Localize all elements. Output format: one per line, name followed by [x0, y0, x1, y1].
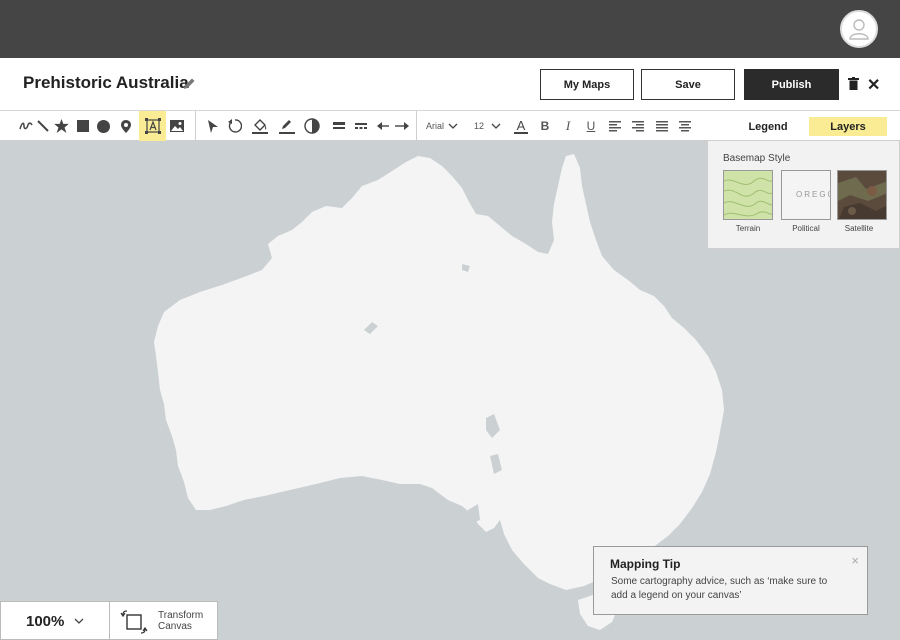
- select-tool[interactable]: [205, 117, 220, 135]
- basemap-terrain-option[interactable]: [723, 170, 773, 220]
- title-bar: Prehistoric Australia My Maps Save Publi…: [0, 58, 900, 110]
- basemap-satellite-option[interactable]: [837, 170, 887, 220]
- font-family-value: Arial: [426, 121, 445, 131]
- line-icon: [37, 120, 49, 132]
- zoom-level: 100%: [26, 613, 65, 630]
- transform-canvas-icon: [120, 610, 148, 634]
- mapping-tip-text: Some cartography advice, such as ‘make s…: [611, 576, 828, 601]
- arrowheads-icon: [377, 122, 409, 130]
- align-left-icon: [609, 120, 621, 131]
- image-icon: [170, 120, 184, 132]
- image-tool[interactable]: [169, 117, 185, 135]
- dashed-line-icon: [354, 123, 367, 129]
- satellite-thumbnail: [838, 171, 886, 219]
- align-center-icon: [679, 120, 691, 131]
- circle-tool[interactable]: [96, 117, 111, 135]
- paint-bucket-icon: [252, 118, 268, 134]
- line-tool[interactable]: [36, 117, 50, 135]
- transform-canvas-button[interactable]: Transform Canvas: [109, 601, 218, 640]
- rotate-icon: [227, 119, 242, 133]
- basemap-panel-title: Basemap Style: [723, 153, 791, 164]
- align-right-button[interactable]: [630, 117, 646, 135]
- text-color-button[interactable]: A: [513, 117, 529, 135]
- chevron-down-icon: [74, 618, 84, 624]
- marker-tool[interactable]: [118, 117, 134, 135]
- half-circle-contrast-icon: [304, 118, 320, 134]
- italic-button[interactable]: I: [561, 117, 575, 135]
- text-color-icon: A: [516, 117, 526, 133]
- text-box-icon: [144, 118, 161, 134]
- tab-layers[interactable]: Layers: [809, 117, 887, 136]
- align-right-icon: [632, 120, 644, 131]
- star-icon: [53, 119, 69, 133]
- fill-color-tool[interactable]: [251, 117, 269, 135]
- bold-icon: B: [540, 119, 550, 133]
- political-thumbnail-text: OREGO: [796, 190, 830, 199]
- basemap-style-panel: Basemap Style Terrain OREGO Political Sa…: [707, 141, 900, 249]
- bold-button[interactable]: B: [538, 117, 552, 135]
- close-icon[interactable]: ×: [851, 553, 859, 568]
- basemap-satellite-label: Satellite: [844, 224, 874, 233]
- mapping-tip-popup: Mapping Tip Some cartography advice, suc…: [593, 546, 868, 615]
- italic-icon: I: [565, 118, 571, 133]
- justify-button[interactable]: [654, 117, 670, 135]
- publish-button[interactable]: Publish: [744, 69, 839, 100]
- underline-icon: U: [586, 119, 596, 133]
- user-avatar[interactable]: [840, 10, 878, 48]
- line-weight-icon: [332, 122, 345, 129]
- editing-toolbar: Arial 12 A B I U Legend Layers: [0, 110, 900, 141]
- pen-color-icon: [279, 119, 295, 134]
- map-title[interactable]: Prehistoric Australia: [23, 73, 189, 93]
- line-style-tool[interactable]: [353, 117, 368, 135]
- save-button[interactable]: Save: [641, 69, 735, 100]
- text-box-tool[interactable]: [139, 111, 166, 141]
- basemap-political-option[interactable]: OREGO: [781, 170, 831, 220]
- opacity-tool[interactable]: [303, 117, 321, 135]
- terrain-thumbnail: [724, 171, 772, 219]
- arrowheads-tool[interactable]: [376, 117, 410, 135]
- edit-title-pencil-icon[interactable]: [183, 77, 196, 90]
- freehand-icon: [19, 122, 33, 130]
- align-left-button[interactable]: [607, 117, 623, 135]
- underline-button[interactable]: U: [584, 117, 598, 135]
- freehand-tool[interactable]: [18, 117, 34, 135]
- my-maps-button[interactable]: My Maps: [540, 69, 634, 100]
- chevron-down-icon: [491, 123, 501, 129]
- tab-legend[interactable]: Legend: [740, 117, 796, 136]
- toolbar-divider: [416, 111, 417, 141]
- cursor-arrow-icon: [207, 119, 218, 133]
- toolbar-divider: [195, 111, 196, 141]
- top-bar: [0, 0, 900, 58]
- trash-icon[interactable]: [848, 77, 859, 90]
- user-icon: [849, 19, 869, 40]
- stroke-color-tool[interactable]: [278, 117, 296, 135]
- transform-canvas-label: Transform Canvas: [158, 610, 204, 632]
- close-icon[interactable]: ✕: [867, 75, 880, 95]
- rotate-tool[interactable]: [226, 117, 243, 135]
- font-size-select[interactable]: 12: [474, 117, 504, 135]
- font-family-select[interactable]: Arial: [426, 117, 466, 135]
- text-color-underline: [514, 131, 528, 134]
- font-size-value: 12: [474, 121, 485, 131]
- star-tool[interactable]: [53, 117, 69, 135]
- rectangle-tool[interactable]: [75, 117, 90, 135]
- line-weight-tool[interactable]: [331, 117, 346, 135]
- align-justify-icon: [656, 120, 668, 131]
- mapping-tip-title: Mapping Tip: [610, 557, 681, 571]
- zoom-control[interactable]: 100%: [0, 601, 110, 640]
- basemap-political-label: Political: [792, 224, 820, 233]
- align-center-button[interactable]: [677, 117, 693, 135]
- circle-icon: [97, 119, 110, 133]
- square-icon: [76, 120, 89, 132]
- map-pin-icon: [121, 119, 131, 133]
- chevron-down-icon: [448, 123, 458, 129]
- basemap-terrain-label: Terrain: [735, 224, 761, 233]
